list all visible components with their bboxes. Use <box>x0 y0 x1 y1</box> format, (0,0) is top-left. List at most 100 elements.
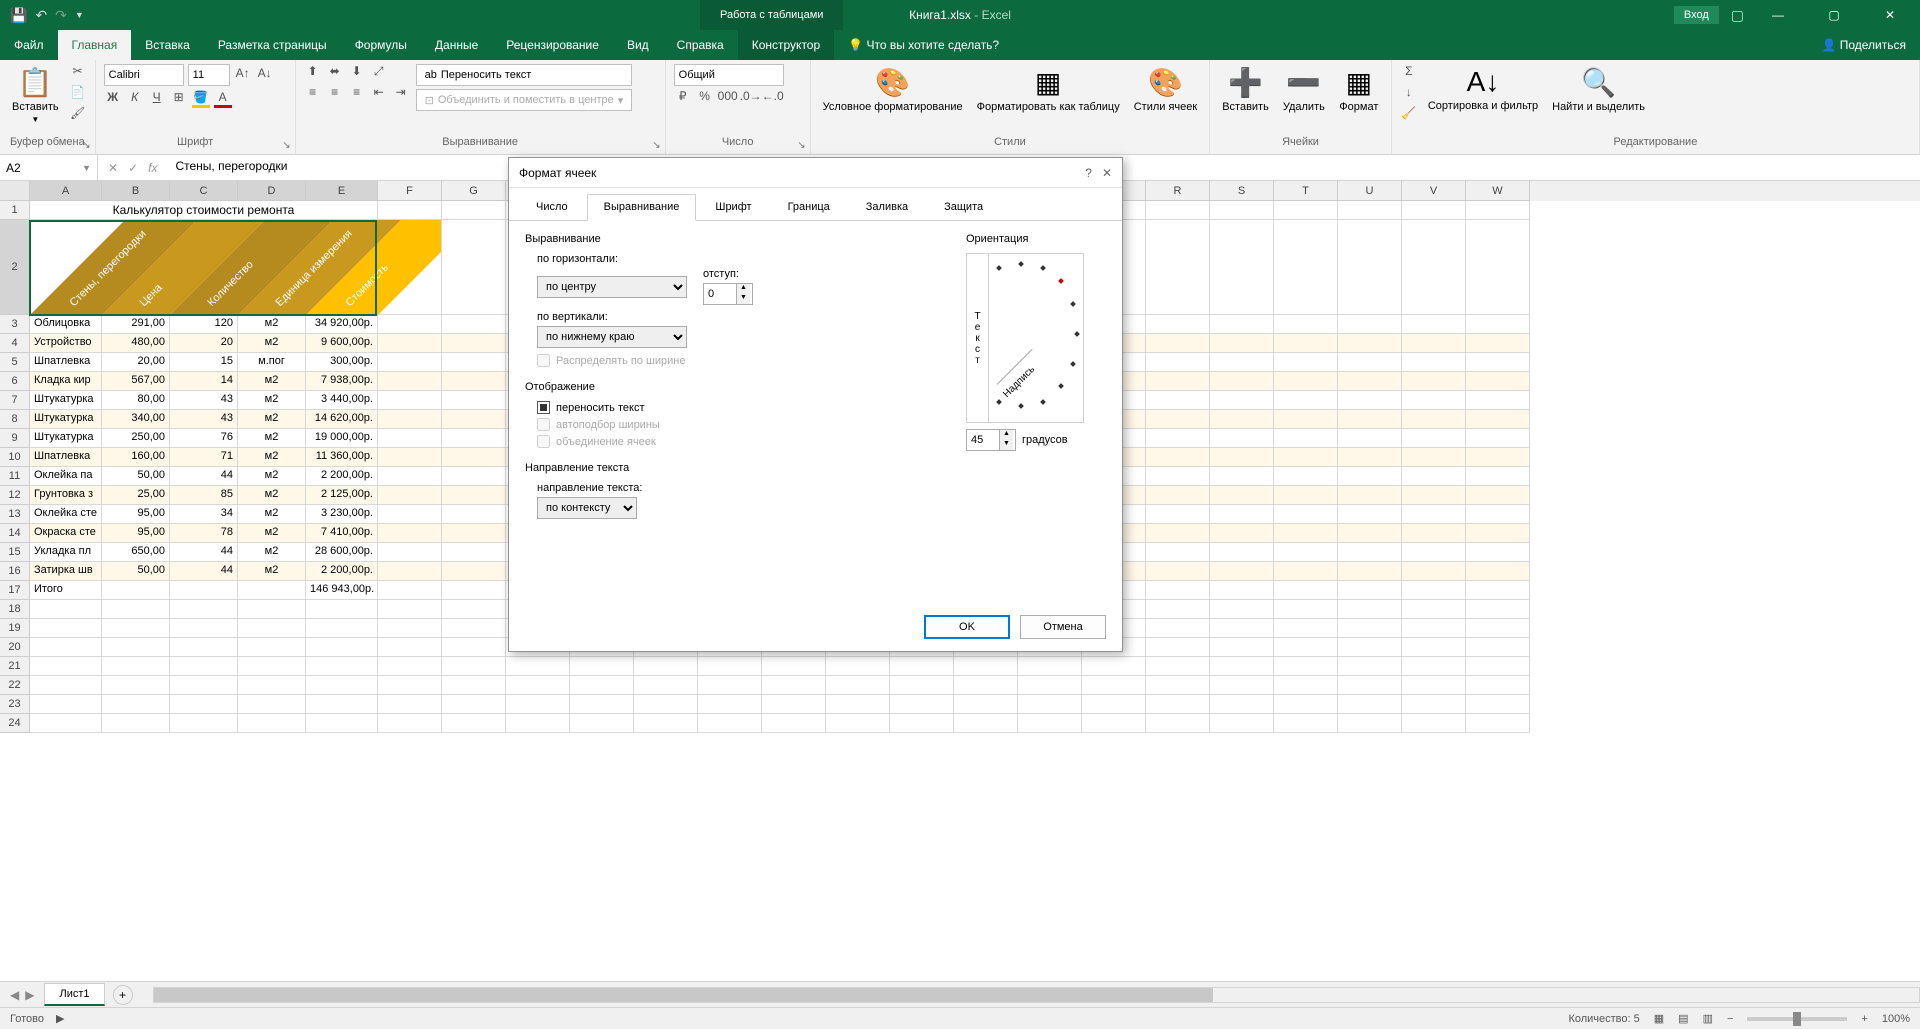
cell[interactable] <box>1466 676 1530 695</box>
redo-icon[interactable]: ↷ <box>55 7 67 24</box>
cell[interactable]: Итого <box>30 581 102 600</box>
alignment-launcher-icon[interactable]: ↘ <box>652 140 660 151</box>
dialog-tab[interactable]: Выравнивание <box>587 194 697 221</box>
cell[interactable] <box>1274 467 1338 486</box>
cell[interactable] <box>1338 638 1402 657</box>
delete-cells-button[interactable]: ➖Удалить <box>1279 64 1329 115</box>
cell[interactable] <box>1338 619 1402 638</box>
degrees-spinner[interactable]: ▲▼ <box>966 429 1016 451</box>
cell[interactable]: 20 <box>170 334 238 353</box>
cell[interactable] <box>1402 562 1466 581</box>
cell[interactable] <box>1402 372 1466 391</box>
cell[interactable] <box>826 695 890 714</box>
cell[interactable] <box>634 714 698 733</box>
cell[interactable] <box>1338 429 1402 448</box>
cell[interactable] <box>1402 600 1466 619</box>
cell[interactable] <box>1210 619 1274 638</box>
cell[interactable]: 11 360,00р. <box>306 448 378 467</box>
bold-icon[interactable]: Ж <box>104 90 122 108</box>
cell[interactable] <box>890 657 954 676</box>
cell[interactable] <box>1146 372 1210 391</box>
cell[interactable] <box>1210 695 1274 714</box>
tell-me[interactable]: 💡 Что вы хотите сделать? <box>834 30 1013 60</box>
fill-color-icon[interactable]: 🪣 <box>192 90 210 108</box>
cell[interactable] <box>1466 391 1530 410</box>
column-header[interactable]: T <box>1274 181 1338 201</box>
cell[interactable]: Облицовка <box>30 315 102 334</box>
cell[interactable] <box>1338 410 1402 429</box>
cell[interactable] <box>378 638 442 657</box>
cell[interactable] <box>1210 581 1274 600</box>
italic-icon[interactable]: К <box>126 90 144 108</box>
cell[interactable] <box>1274 486 1338 505</box>
cell-styles-button[interactable]: 🎨Стили ячеек <box>1130 64 1201 115</box>
cell[interactable] <box>378 334 442 353</box>
cell[interactable] <box>1018 714 1082 733</box>
cell[interactable] <box>378 391 442 410</box>
font-name-select[interactable] <box>104 64 184 86</box>
cell[interactable]: Затирка шв <box>30 562 102 581</box>
tab-page-layout[interactable]: Разметка страницы <box>204 30 341 60</box>
column-header[interactable]: A <box>30 181 102 201</box>
cell[interactable] <box>1146 657 1210 676</box>
cell[interactable] <box>1338 524 1402 543</box>
clipboard-launcher-icon[interactable]: ↘ <box>82 140 90 151</box>
cell[interactable]: 43 <box>170 410 238 429</box>
cell[interactable] <box>1274 676 1338 695</box>
cell[interactable] <box>1274 562 1338 581</box>
cell[interactable] <box>1146 695 1210 714</box>
cell[interactable] <box>1146 505 1210 524</box>
cell[interactable]: Штукатурка <box>30 410 102 429</box>
cut-icon[interactable]: ✂ <box>69 64 87 82</box>
row-header[interactable]: 17 <box>0 581 30 600</box>
cell[interactable]: 7 938,00р. <box>306 372 378 391</box>
cell[interactable]: 2 200,00р. <box>306 562 378 581</box>
cell[interactable] <box>570 695 634 714</box>
cell[interactable] <box>826 676 890 695</box>
column-header[interactable]: C <box>170 181 238 201</box>
cell[interactable] <box>306 676 378 695</box>
cell[interactable] <box>506 676 570 695</box>
sheet-tab[interactable]: Лист1 <box>44 983 104 1006</box>
column-header[interactable]: R <box>1146 181 1210 201</box>
cell[interactable] <box>378 372 442 391</box>
align-left-icon[interactable]: ≡ <box>304 85 322 103</box>
cell[interactable] <box>378 467 442 486</box>
cell[interactable] <box>1338 714 1402 733</box>
cell[interactable] <box>1402 581 1466 600</box>
cell[interactable] <box>1274 448 1338 467</box>
cell[interactable]: 95,00 <box>102 524 170 543</box>
font-color-icon[interactable]: A <box>214 90 232 108</box>
cell[interactable] <box>698 676 762 695</box>
cell[interactable]: 85 <box>170 486 238 505</box>
cell[interactable] <box>1466 429 1530 448</box>
cell[interactable] <box>442 714 506 733</box>
cell[interactable] <box>442 543 506 562</box>
underline-icon[interactable]: Ч <box>148 90 166 108</box>
cell[interactable] <box>1146 714 1210 733</box>
cell[interactable] <box>1466 467 1530 486</box>
cell[interactable]: Оклейка сте <box>30 505 102 524</box>
dialog-tab[interactable]: Заливка <box>849 194 925 220</box>
cell[interactable] <box>378 562 442 581</box>
ribbon-options-icon[interactable]: ▢ <box>1731 7 1744 24</box>
dialog-tab[interactable]: Граница <box>771 194 847 220</box>
cell[interactable]: 34 <box>170 505 238 524</box>
cell[interactable] <box>1146 429 1210 448</box>
cell[interactable] <box>1338 467 1402 486</box>
cell[interactable] <box>1338 201 1402 220</box>
view-normal-icon[interactable]: ▦ <box>1654 1012 1664 1025</box>
cell[interactable] <box>1274 524 1338 543</box>
cell[interactable] <box>1210 562 1274 581</box>
cell[interactable] <box>170 600 238 619</box>
cell[interactable] <box>170 676 238 695</box>
cell[interactable] <box>1402 429 1466 448</box>
cell[interactable] <box>378 315 442 334</box>
cell[interactable]: м2 <box>238 429 306 448</box>
cell[interactable] <box>30 638 102 657</box>
dialog-tab[interactable]: Число <box>519 194 585 220</box>
cell[interactable] <box>1146 334 1210 353</box>
cell[interactable] <box>1466 353 1530 372</box>
column-header[interactable]: B <box>102 181 170 201</box>
cell[interactable] <box>1402 638 1466 657</box>
